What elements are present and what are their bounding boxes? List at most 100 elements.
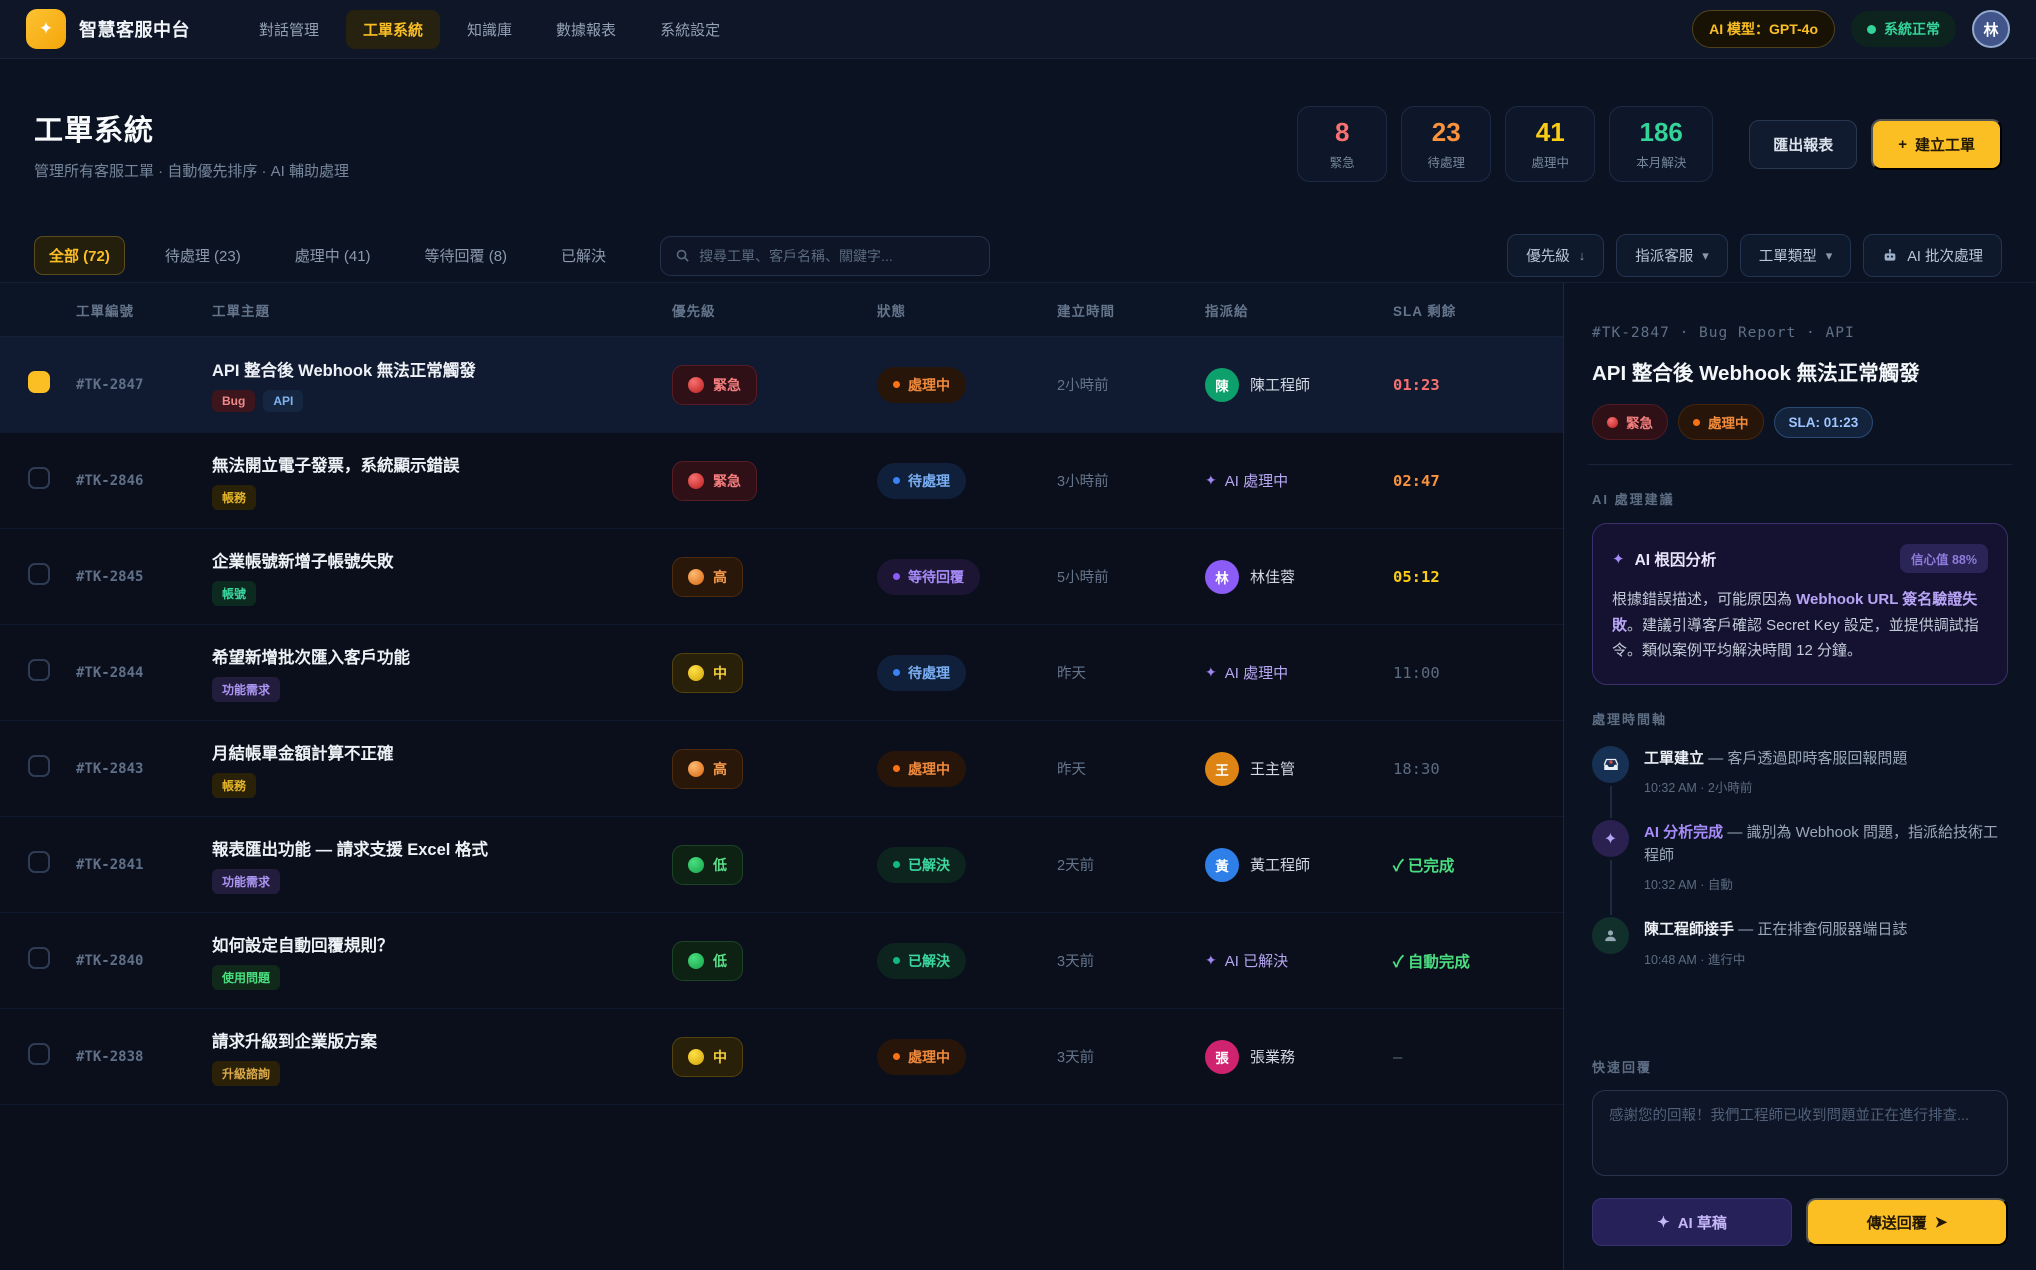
plus-icon: +: [1898, 136, 1907, 153]
search-input[interactable]: [699, 248, 975, 264]
ticket-id: #TK-2841: [76, 857, 212, 873]
ticket-tag: 使用問題: [212, 965, 280, 990]
tab-waiting[interactable]: 等待回覆 (8): [411, 237, 522, 274]
ticket-title: 如何設定自動回覆規則？: [212, 932, 672, 956]
assignee-filter-dropdown[interactable]: 指派客服 ▾: [1616, 234, 1728, 277]
priority-badge: 緊急: [672, 365, 757, 405]
assignee-ai: ✦ AI 處理中: [1205, 470, 1393, 491]
ai-card-title: AI 根因分析: [1635, 548, 1717, 570]
table-row[interactable]: #TK-2844 希望新增批次匯入客戶功能 功能需求 中 待處理 昨天 ✦ AI…: [0, 625, 1563, 721]
sla-remaining: 01:23: [1393, 376, 1563, 394]
tab-all[interactable]: 全部 (72): [34, 236, 125, 275]
row-checkbox[interactable]: [28, 371, 50, 393]
table-row[interactable]: #TK-2847 API 整合後 Webhook 無法正常觸發 Bug API …: [0, 337, 1563, 433]
create-ticket-button[interactable]: + 建立工單: [1871, 119, 2002, 170]
send-reply-button[interactable]: 傳送回覆 ➤: [1806, 1198, 2008, 1246]
priority-dot-icon: [688, 857, 704, 873]
ticket-detail-panel: #TK-2847 · Bug Report · API API 整合後 Webh…: [1563, 283, 2036, 1270]
nav-item-settings[interactable]: 系統設定: [643, 10, 737, 49]
created-time: 昨天: [1057, 758, 1205, 779]
row-checkbox[interactable]: [28, 659, 50, 681]
tab-inprogress[interactable]: 處理中 (41): [281, 237, 385, 274]
status-badge: 處理中: [877, 367, 966, 403]
nav-item-reports[interactable]: 數據報表: [539, 10, 633, 49]
stat-value: 8: [1335, 117, 1349, 148]
priority-badge: 緊急: [672, 461, 757, 501]
timeline-section-label: 處理時間軸: [1592, 709, 2008, 728]
ai-draft-button[interactable]: ✦ AI 草稿: [1592, 1198, 1792, 1246]
table-row[interactable]: #TK-2838 請求升級到企業版方案 升級諮詢 中 處理中 3天前 張 張業務…: [0, 1009, 1563, 1105]
col-header-status: 狀態: [877, 300, 1057, 320]
page-header: 工單系統 管理所有客服工單 · 自動優先排序 · AI 輔助處理 8 緊急 23…: [0, 59, 2036, 229]
send-arrow-icon: ➤: [1935, 1213, 1948, 1231]
row-checkbox[interactable]: [28, 563, 50, 585]
table-row[interactable]: #TK-2840 如何設定自動回覆規則？ 使用問題 低 已解決 3天前 ✦ AI…: [0, 913, 1563, 1009]
ai-suggestion-section-label: AI 處理建議: [1592, 489, 2008, 508]
table-header: 工單編號 工單主題 優先級 狀態 建立時間 指派給 SLA 剩餘: [0, 283, 1563, 337]
stat-label: 處理中: [1531, 152, 1569, 171]
nav-item-knowledge[interactable]: 知識庫: [450, 10, 529, 49]
timeline-time: 10:48 AM · 進行中: [1644, 949, 1907, 968]
priority-badge: 中: [672, 1037, 743, 1077]
nav-item-tickets[interactable]: 工單系統: [346, 10, 440, 49]
priority-badge: 低: [672, 941, 743, 981]
table-row[interactable]: #TK-2846 無法開立電子發票，系統顯示錯誤 帳務 緊急 待處理 3小時前 …: [0, 433, 1563, 529]
col-header-id: 工單編號: [76, 300, 212, 320]
stat-card-pending: 23 待處理: [1401, 106, 1491, 182]
user-avatar[interactable]: 林: [1972, 10, 2010, 48]
reply-textarea[interactable]: [1592, 1090, 2008, 1176]
detail-meta: #TK-2847 · Bug Report · API: [1592, 325, 2008, 341]
row-checkbox[interactable]: [28, 755, 50, 777]
table-row[interactable]: #TK-2841 報表匯出功能 — 請求支援 Excel 格式 功能需求 低 已…: [0, 817, 1563, 913]
stat-value: 186: [1640, 117, 1683, 148]
priority-dot-icon: [688, 953, 704, 969]
col-header-assignee: 指派給: [1205, 300, 1393, 320]
app-logo: ✦: [26, 9, 66, 49]
nav-item-conversations[interactable]: 對話管理: [242, 10, 336, 49]
row-checkbox[interactable]: [28, 947, 50, 969]
table-row[interactable]: #TK-2843 月結帳單金額計算不正確 帳務 高 處理中 昨天 王 王主管 1…: [0, 721, 1563, 817]
sparkle-icon: ✦: [1592, 820, 1629, 857]
assignee: 黃 黃工程師: [1205, 848, 1393, 882]
status-badge: 待處理: [877, 655, 966, 691]
ticket-tag: 帳號: [212, 581, 256, 606]
tab-resolved[interactable]: 已解決: [547, 237, 620, 274]
assignee: 王 王主管: [1205, 752, 1393, 786]
ticket-type-dropdown[interactable]: 工單類型 ▾: [1740, 234, 1852, 277]
stat-value: 23: [1432, 117, 1461, 148]
sort-priority-button[interactable]: 優先級 ↓: [1507, 234, 1604, 277]
row-checkbox[interactable]: [28, 467, 50, 489]
col-header-priority: 優先級: [672, 300, 877, 320]
divider: [1588, 464, 2012, 465]
table-row[interactable]: #TK-2845 企業帳號新增子帳號失敗 帳號 高 等待回覆 5小時前 林 林佳…: [0, 529, 1563, 625]
tab-pending[interactable]: 待處理 (23): [151, 237, 255, 274]
stat-card-resolved-month: 186 本月解決: [1609, 106, 1713, 182]
row-checkbox[interactable]: [28, 1043, 50, 1065]
sla-remaining: —: [1393, 1048, 1563, 1066]
ticket-title: 報表匯出功能 — 請求支援 Excel 格式: [212, 836, 672, 860]
row-checkbox[interactable]: [28, 851, 50, 873]
ai-batch-button[interactable]: AI 批次處理: [1863, 234, 2002, 277]
brand-name: 智慧客服中台: [79, 16, 190, 42]
status-dot-icon: [893, 957, 900, 964]
assignee-ai: ✦ AI 處理中: [1205, 662, 1393, 683]
ticket-id: #TK-2847: [76, 377, 212, 393]
priority-badge: 中: [672, 653, 743, 693]
timeline-connector: [1610, 860, 1612, 915]
detail-sla-badge: SLA: 01:23: [1774, 407, 1874, 438]
stat-card-inprogress: 41 處理中: [1505, 106, 1595, 182]
sla-remaining: ✓ 已完成: [1393, 854, 1563, 876]
assignee-ai: ✦ AI 已解決: [1205, 950, 1393, 971]
ai-analysis-body: 根據錯誤描述，可能原因為 Webhook URL 簽名驗證失敗。建議引導客戶確認…: [1612, 587, 1988, 664]
created-time: 5小時前: [1057, 566, 1205, 587]
ticket-title: 企業帳號新增子帳號失敗: [212, 548, 672, 572]
search-icon: [675, 248, 690, 263]
created-time: 3天前: [1057, 1046, 1205, 1067]
confidence-badge: 信心值 88%: [1900, 544, 1988, 573]
assignee: 林 林佳蓉: [1205, 560, 1393, 594]
export-report-button[interactable]: 匯出報表: [1749, 120, 1857, 169]
inbox-icon: [1592, 746, 1629, 783]
ticket-title: 請求升級到企業版方案: [212, 1028, 672, 1052]
ticket-id: #TK-2846: [76, 473, 212, 489]
chevron-down-icon: ▾: [1702, 248, 1709, 264]
